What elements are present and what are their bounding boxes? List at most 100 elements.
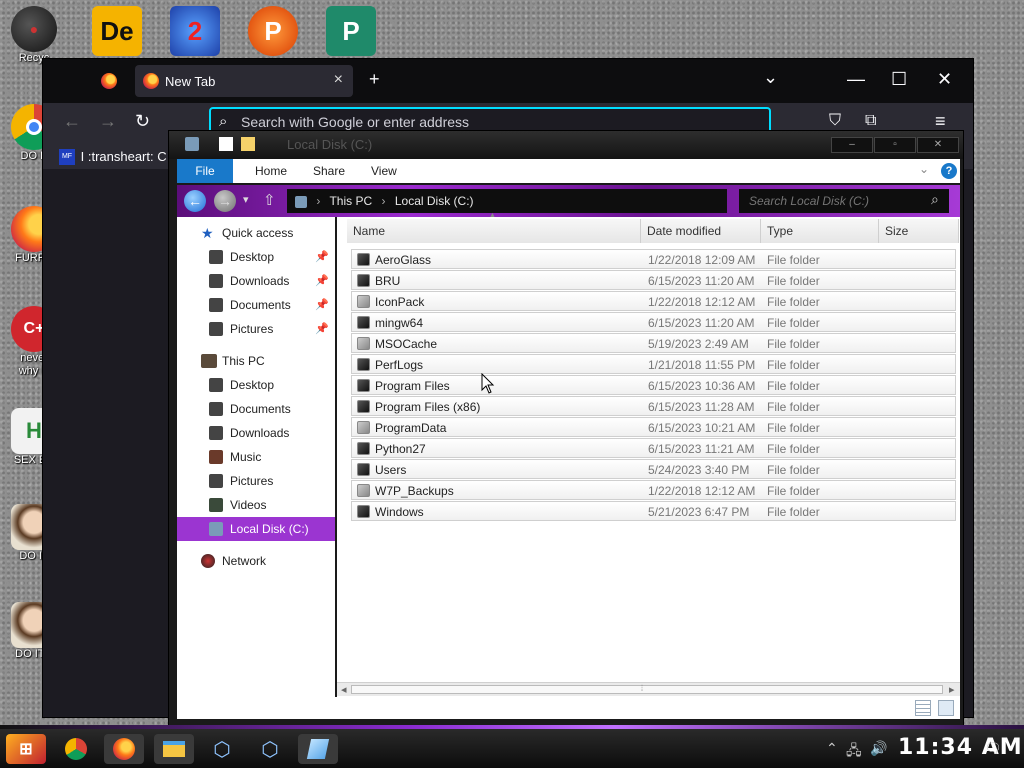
explorer-minimize-button[interactable]: ‒ xyxy=(831,137,873,153)
back-arrow-icon[interactable]: ← xyxy=(184,190,206,212)
scroll-right-icon[interactable]: ▸ xyxy=(949,683,955,696)
tray-chevron-icon[interactable]: ⌃ xyxy=(826,740,838,757)
pictures-folder-icon xyxy=(209,474,223,488)
file-row[interactable]: Users 5/24/2023 3:40 PM File folder xyxy=(351,459,956,479)
explorer-close-button[interactable]: ✕ xyxy=(917,137,959,153)
explorer-maximize-button[interactable]: ▫ xyxy=(874,137,916,153)
details-view-icon[interactable] xyxy=(915,700,931,716)
file-name: Program Files xyxy=(375,379,450,393)
url-input[interactable] xyxy=(241,114,741,130)
taskbar-virtualbox-icon-2[interactable]: ⬡ xyxy=(250,734,290,764)
help-icon[interactable]: ? xyxy=(941,163,957,179)
nav-network[interactable]: Network xyxy=(177,549,335,573)
file-row[interactable]: MSOCache 5/19/2023 2:49 AM File folder xyxy=(351,333,956,353)
horizontal-scrollbar[interactable]: ◂ ⦙ ▸ xyxy=(337,682,960,696)
column-header-name[interactable]: Name xyxy=(347,219,641,243)
bookmark-item[interactable]: MF I :transheart: C xyxy=(59,148,167,165)
taskbar-notepad-icon[interactable] xyxy=(298,734,338,764)
tab-share[interactable]: Share xyxy=(299,159,359,183)
taskbar-virtualbox-icon-1[interactable]: ⬡ xyxy=(202,734,242,764)
ribbon-expand-icon[interactable]: ⌄ xyxy=(919,162,929,176)
file-row[interactable]: Program Files (x86) 6/15/2023 11:28 AM Fil… xyxy=(351,396,956,416)
file-name: mingw64 xyxy=(375,316,424,330)
nav-this-pc[interactable]: This PC xyxy=(177,349,335,373)
file-row[interactable]: PerfLogs 1/21/2018 11:55 PM File folder xyxy=(351,354,956,374)
nav-local-disk-c[interactable]: Local Disk (C:) xyxy=(177,517,335,541)
browser-minimize-button[interactable]: — xyxy=(847,69,865,90)
taskbar-chrome-icon[interactable] xyxy=(56,734,96,764)
nav-quick-desktop[interactable]: Desktop 📌 xyxy=(177,245,335,269)
nav-pc-pictures[interactable]: Pictures xyxy=(177,469,335,493)
scrollbar-thumb[interactable] xyxy=(351,685,943,694)
browser-maximize-button[interactable]: ☐ xyxy=(891,69,907,90)
list-all-tabs-icon[interactable]: ⌄ xyxy=(763,67,778,88)
forward-arrow-icon[interactable]: → xyxy=(214,190,236,212)
browser-close-button[interactable]: ✕ xyxy=(937,69,952,90)
tab-view[interactable]: View xyxy=(357,159,411,183)
file-row[interactable]: ProgramData 6/15/2023 10:21 AM File folder xyxy=(351,417,956,437)
notification-icon[interactable]: 🗨 xyxy=(984,740,1002,757)
file-row[interactable]: mingw64 6/15/2023 11:20 AM File folder xyxy=(351,312,956,332)
nav-quick-access[interactable]: ★ Quick access xyxy=(177,221,335,245)
file-row[interactable]: Program Files 6/15/2023 10:36 AM File fold… xyxy=(351,375,956,395)
nav-pc-downloads[interactable]: Downloads xyxy=(177,421,335,445)
tab-close-icon[interactable]: × xyxy=(334,71,343,89)
column-header-type[interactable]: Type xyxy=(761,219,879,243)
search-input[interactable] xyxy=(739,189,949,213)
recent-locations-icon[interactable]: ▾ xyxy=(243,193,249,206)
recycle-bin-icon[interactable]: ● Recyc xyxy=(4,6,64,65)
nav-pc-desktop[interactable]: Desktop xyxy=(177,373,335,397)
back-button[interactable]: ← xyxy=(63,111,81,132)
publisher-icon[interactable]: P xyxy=(326,6,376,56)
nav-pc-music[interactable]: Music xyxy=(177,445,335,469)
de-app-icon[interactable]: De xyxy=(92,6,142,56)
p-app-icon[interactable]: P xyxy=(248,6,298,56)
pocket-icon[interactable]: ⛉ xyxy=(829,112,841,130)
taskbar-file-explorer-icon[interactable] xyxy=(154,734,194,764)
column-header-date[interactable]: Date modified xyxy=(641,219,761,243)
app-menu-icon[interactable]: ≡ xyxy=(935,111,946,132)
tab-home[interactable]: Home xyxy=(241,159,301,183)
2-app-icon[interactable]: 2 xyxy=(170,6,220,56)
file-date: 1/22/2018 12:12 AM xyxy=(648,484,756,498)
properties-qat-icon[interactable] xyxy=(219,137,233,151)
new-folder-qat-icon[interactable] xyxy=(241,137,255,151)
file-date: 6/15/2023 10:36 AM xyxy=(648,379,756,393)
documents-folder-icon xyxy=(209,298,223,312)
forward-button[interactable]: → xyxy=(99,111,117,132)
tab-file[interactable]: File xyxy=(177,159,233,183)
column-header-size[interactable]: Size xyxy=(879,219,959,243)
scroll-left-icon[interactable]: ◂ xyxy=(341,683,347,696)
recycle-bin-glyph-icon: ● xyxy=(11,6,57,52)
file-row[interactable]: Python27 6/15/2023 11:21 AM File folder xyxy=(351,438,956,458)
tab-new-tab[interactable]: New Tab × xyxy=(135,65,353,97)
taskbar-firefox-icon[interactable] xyxy=(104,734,144,764)
nav-quick-downloads[interactable]: Downloads 📌 xyxy=(177,269,335,293)
new-tab-button[interactable]: + xyxy=(369,69,380,90)
taskbar-clock[interactable]: 11:34 AM xyxy=(898,735,1023,760)
nav-pc-videos[interactable]: Videos xyxy=(177,493,335,517)
firefox-view-icon[interactable] xyxy=(101,73,117,89)
file-row[interactable]: AeroGlass 1/22/2018 12:09 AM File folder xyxy=(351,249,956,269)
nav-pc-music-label: Music xyxy=(230,450,262,464)
folder-icon xyxy=(357,505,370,518)
file-row[interactable]: BRU 6/15/2023 11:20 AM File folder xyxy=(351,270,956,290)
file-list-pane: ▲ Name Date modified Type Size AeroGlass… xyxy=(337,212,960,711)
file-name: PerfLogs xyxy=(375,358,424,372)
nav-quick-pictures[interactable]: Pictures 📌 xyxy=(177,317,335,341)
breadcrumb[interactable]: › This PC › Local Disk (C:) xyxy=(287,189,727,213)
large-icons-view-icon[interactable] xyxy=(938,700,954,716)
up-arrow-icon[interactable]: ⇧ xyxy=(263,191,276,209)
nav-pc-documents[interactable]: Documents xyxy=(177,397,335,421)
file-row[interactable]: IconPack 1/22/2018 12:12 AM File folder xyxy=(351,291,956,311)
file-row[interactable]: Windows 5/21/2023 6:47 PM File folder xyxy=(351,501,956,521)
extensions-icon[interactable]: ⧉ xyxy=(865,112,876,130)
start-button[interactable]: ⊞ xyxy=(6,734,46,764)
nav-quick-documents[interactable]: Documents 📌 xyxy=(177,293,335,317)
file-row[interactable]: W7P_Backups 1/22/2018 12:12 AM File folder xyxy=(351,480,956,500)
volume-tray-icon[interactable]: 🔊 xyxy=(870,740,887,757)
breadcrumb-local-disk[interactable]: Local Disk (C:) xyxy=(395,194,474,208)
breadcrumb-this-pc[interactable]: This PC xyxy=(329,194,372,208)
network-tray-icon[interactable]: 🖧 xyxy=(846,740,862,764)
reload-button[interactable]: ↻ xyxy=(135,111,150,132)
